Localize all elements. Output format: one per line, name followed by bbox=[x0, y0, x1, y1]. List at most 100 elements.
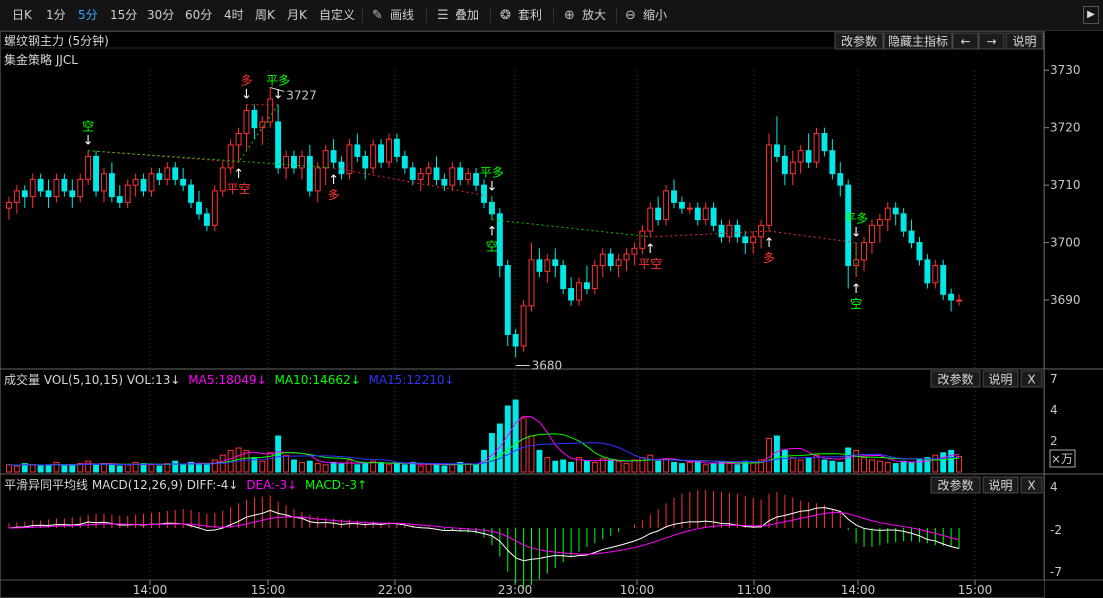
signal-6: ↑空 bbox=[486, 225, 498, 254]
period-0[interactable]: 日K bbox=[12, 0, 32, 31]
time-tick-2: 22:00 bbox=[378, 583, 413, 597]
tool-money-bag-label[interactable]: 套利 bbox=[518, 0, 542, 31]
candle-25 bbox=[203, 208, 210, 232]
period-6[interactable]: 4时 bbox=[224, 0, 244, 31]
volume-bar-89 bbox=[710, 463, 717, 473]
period-7[interactable]: 周K bbox=[255, 0, 275, 31]
period-4[interactable]: 30分 bbox=[147, 0, 174, 31]
macd-value: MACD:-3↑ bbox=[305, 478, 367, 492]
signal-arrow-3: ↓ bbox=[83, 134, 94, 149]
volume-bar-79 bbox=[631, 459, 638, 473]
btn-label-vol-btns-2: X bbox=[1027, 373, 1035, 387]
volume-bar-47 bbox=[378, 461, 385, 473]
candle-64 bbox=[512, 328, 519, 358]
btn-main-btns-2[interactable]: ← bbox=[952, 32, 979, 50]
candle-68 bbox=[544, 254, 551, 283]
period-1[interactable]: 1分 bbox=[46, 0, 66, 31]
signal-arrow-9: ↓ bbox=[851, 226, 862, 241]
period-3[interactable]: 15分 bbox=[110, 0, 137, 31]
tool-zoom-in-label[interactable]: 放大 bbox=[582, 0, 606, 31]
btn-main-btns-3[interactable]: → bbox=[978, 32, 1005, 50]
candle-10 bbox=[85, 150, 92, 186]
signal-arrow-1: ↓ bbox=[273, 88, 284, 103]
volume-bar-119 bbox=[948, 449, 955, 473]
volume-bar-59 bbox=[473, 464, 480, 473]
signal-link-8 bbox=[768, 230, 857, 244]
candle-78 bbox=[623, 248, 630, 272]
candle-47 bbox=[378, 139, 385, 168]
volume-label: 成交量 VOL(5,10,15) VOL:13↓ MA5:18049↓ MA10… bbox=[4, 372, 455, 387]
volume-bar-49 bbox=[393, 463, 400, 473]
tool-zoom-out-label[interactable]: 缩小 bbox=[643, 0, 667, 31]
volume-bar-56 bbox=[449, 464, 456, 473]
candle-82 bbox=[655, 196, 662, 226]
signal-label-9: 平多 bbox=[844, 212, 868, 226]
period-8[interactable]: 月K bbox=[287, 0, 307, 31]
candle-2 bbox=[21, 185, 28, 209]
signal-8: ↑多 bbox=[763, 236, 775, 265]
volume-bar-52 bbox=[417, 465, 424, 473]
period-9[interactable]: 自定义 bbox=[319, 0, 355, 31]
signal-label-7: 平空 bbox=[638, 257, 662, 271]
candle-65 bbox=[520, 300, 527, 352]
candle-4 bbox=[37, 173, 44, 197]
volume-bar-11 bbox=[93, 464, 100, 473]
layers-icon[interactable]: ☰ bbox=[437, 0, 449, 31]
trade-signals: ↓多↓平多↑平空↓空↑多↓平多↑空 ↑平空↑多↓平多↑空 bbox=[82, 74, 868, 311]
period-2[interactable]: 5分 bbox=[78, 0, 98, 31]
pencil-icon[interactable]: ✎ bbox=[372, 0, 383, 31]
btn-main-btns-1[interactable]: 隐藏主指标 bbox=[883, 32, 953, 50]
volume-prefix: 成交量 VOL(5,10,15) VOL:13↓ bbox=[4, 372, 180, 387]
period-5[interactable]: 60分 bbox=[185, 0, 212, 31]
volume-bar-24 bbox=[196, 463, 202, 473]
candle-79 bbox=[631, 242, 638, 266]
candle-91 bbox=[726, 219, 733, 243]
candle-7 bbox=[61, 173, 68, 197]
candle-34 bbox=[275, 104, 282, 174]
btn-vol-btns-0[interactable]: 改参数 bbox=[930, 370, 981, 388]
btn-label-main-btns-4: 说明 bbox=[1012, 34, 1036, 49]
candle-46 bbox=[370, 139, 377, 174]
volume-bar-101 bbox=[805, 457, 812, 473]
money-bag-icon[interactable]: ❂ bbox=[500, 0, 511, 31]
candle-101 bbox=[805, 133, 812, 168]
candle-59 bbox=[473, 167, 480, 191]
btn-macd-btns-1[interactable]: 说明 bbox=[982, 476, 1019, 494]
volume-bar-92 bbox=[734, 464, 741, 473]
volume-bar-54 bbox=[433, 464, 440, 473]
volume-bar-12 bbox=[101, 463, 107, 473]
signal-label-0: 多 bbox=[240, 74, 252, 88]
volume-tick-2: 2 bbox=[1050, 434, 1058, 448]
btn-main-btns-4[interactable]: 说明 bbox=[1005, 32, 1044, 50]
btn-label-main-btns-0: 改参数 bbox=[841, 34, 877, 49]
volume-bar-26 bbox=[211, 459, 218, 473]
candle-88 bbox=[702, 202, 709, 226]
tool-layers-label[interactable]: 叠加 bbox=[455, 0, 479, 31]
zoom-in-icon[interactable]: ⊕ bbox=[564, 0, 575, 31]
candle-103 bbox=[821, 127, 828, 157]
signal-arrow-7: ↑ bbox=[645, 242, 656, 257]
volume-bar-43 bbox=[346, 459, 353, 473]
candle-52 bbox=[417, 167, 424, 191]
candle-114 bbox=[908, 219, 915, 249]
candle-26 bbox=[211, 185, 218, 232]
candle-115 bbox=[916, 236, 923, 266]
candle-12 bbox=[101, 167, 107, 203]
volume-bar-91 bbox=[726, 463, 733, 473]
candle-89 bbox=[710, 202, 717, 232]
volume-bar-25 bbox=[203, 464, 210, 473]
candle-21 bbox=[172, 162, 179, 186]
candle-109 bbox=[868, 219, 875, 255]
btn-main-btns-0[interactable]: 改参数 bbox=[834, 32, 884, 50]
candle-76 bbox=[607, 248, 614, 272]
tool-pencil-label[interactable]: 画线 bbox=[390, 0, 414, 31]
btn-macd-btns-2[interactable]: X bbox=[1020, 476, 1043, 494]
volume-bar-50 bbox=[401, 464, 408, 473]
signal-label-3: 空 bbox=[82, 120, 94, 134]
candle-42 bbox=[338, 156, 345, 180]
next-arrow-button[interactable]: ▶ bbox=[1083, 6, 1099, 24]
btn-vol-btns-1[interactable]: 说明 bbox=[982, 370, 1019, 388]
btn-vol-btns-2[interactable]: X bbox=[1020, 370, 1043, 388]
zoom-out-icon[interactable]: ⊖ bbox=[625, 0, 636, 31]
btn-macd-btns-0[interactable]: 改参数 bbox=[930, 476, 981, 494]
